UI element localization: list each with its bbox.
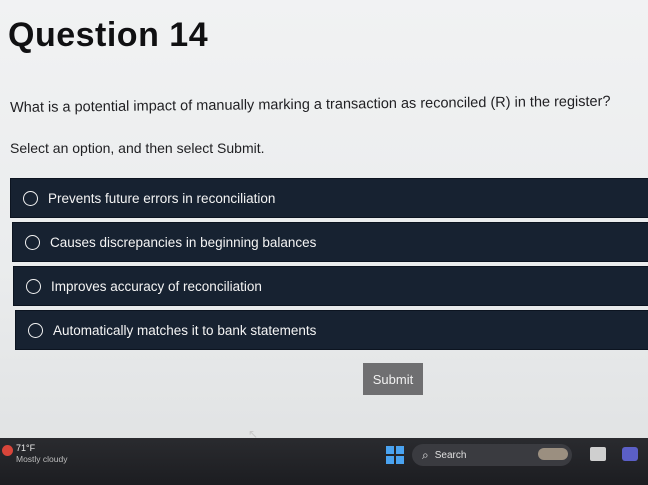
- weather-temperature: 71°F: [16, 443, 36, 453]
- answer-option-3[interactable]: Improves accuracy of reconciliation: [13, 266, 648, 306]
- teams-icon[interactable]: [622, 447, 638, 461]
- submit-button[interactable]: Submit: [363, 363, 423, 395]
- radio-button-icon[interactable]: [26, 278, 41, 294]
- question-text: What is a potential impact of manually m…: [10, 93, 611, 116]
- weather-icon: [2, 445, 13, 456]
- search-icon: ⌕: [422, 447, 429, 462]
- windows-start-icon[interactable]: [386, 446, 404, 464]
- answer-option-label: Automatically matches it to bank stateme…: [53, 322, 317, 338]
- weather-text: 71°F Mostly cloudy: [16, 443, 68, 465]
- radio-button-icon[interactable]: [23, 190, 38, 206]
- quiz-screen: Question 14 What is a potential impact o…: [0, 0, 648, 485]
- answer-options: Prevents future errors in reconciliation…: [10, 178, 648, 354]
- taskbar: 71°F Mostly cloudy ⌕ Search: [0, 438, 648, 485]
- answer-option-label: Causes discrepancies in beginning balanc…: [50, 234, 317, 250]
- radio-button-icon[interactable]: [25, 234, 40, 250]
- file-explorer-icon[interactable]: [590, 447, 606, 461]
- widget-icon[interactable]: [538, 448, 568, 460]
- page-title: Question 14: [8, 16, 209, 54]
- answer-option-4[interactable]: Automatically matches it to bank stateme…: [15, 310, 648, 350]
- answer-option-label: Prevents future errors in reconciliation: [48, 190, 276, 206]
- answer-option-label: Improves accuracy of reconciliation: [51, 278, 262, 294]
- search-label: Search: [434, 449, 467, 461]
- weather-widget[interactable]: 71°F Mostly cloudy: [2, 443, 68, 465]
- answer-option-2[interactable]: Causes discrepancies in beginning balanc…: [12, 222, 648, 262]
- instruction-text: Select an option, and then select Submit…: [10, 140, 265, 156]
- answer-option-1[interactable]: Prevents future errors in reconciliation: [10, 178, 648, 218]
- radio-button-icon[interactable]: [28, 322, 43, 338]
- weather-description: Mostly cloudy: [16, 454, 68, 464]
